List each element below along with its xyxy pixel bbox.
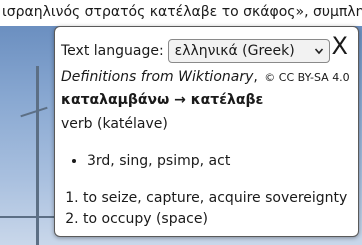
photo-rigging — [0, 216, 54, 218]
language-select[interactable]: ελληνικά (Greek) — [167, 39, 330, 63]
language-label: Text language: — [61, 43, 164, 59]
part-of-speech: verb (katélave) — [61, 116, 168, 132]
article-text-snippet: ισραηλινός στρατός κατέλαβε το σκάφος», … — [2, 4, 362, 20]
list-item: to occupy (space) — [83, 209, 347, 230]
grammar-list: 3rd, sing, psimp, act — [61, 151, 230, 171]
definition-source: Definitions from Wiktionary, © CC BY-SA … — [61, 69, 350, 85]
license-label: © CC BY-SA 4.0 — [264, 71, 350, 84]
chevron-down-icon — [314, 48, 323, 55]
dictionary-popup: Text language: ελληνικά (Greek) X Defini… — [54, 26, 359, 237]
language-row: Text language: ελληνικά (Greek) — [61, 38, 330, 64]
list-item: to seize, capture, acquire sovereignty — [83, 188, 347, 209]
close-icon[interactable]: X — [332, 32, 348, 60]
language-select-value: ελληνικά (Greek) — [174, 43, 295, 59]
sense-list: to seize, capture, acquire sovereignty t… — [61, 188, 347, 229]
list-item: 3rd, sing, psimp, act — [87, 151, 230, 171]
photo-rigging — [20, 106, 48, 118]
source-title: Definitions from Wiktionary — [61, 69, 254, 85]
photo-mast — [36, 66, 39, 245]
headword: καταλαμβάνω → κατέλαβε — [61, 92, 264, 108]
source-separator: , — [253, 69, 258, 85]
